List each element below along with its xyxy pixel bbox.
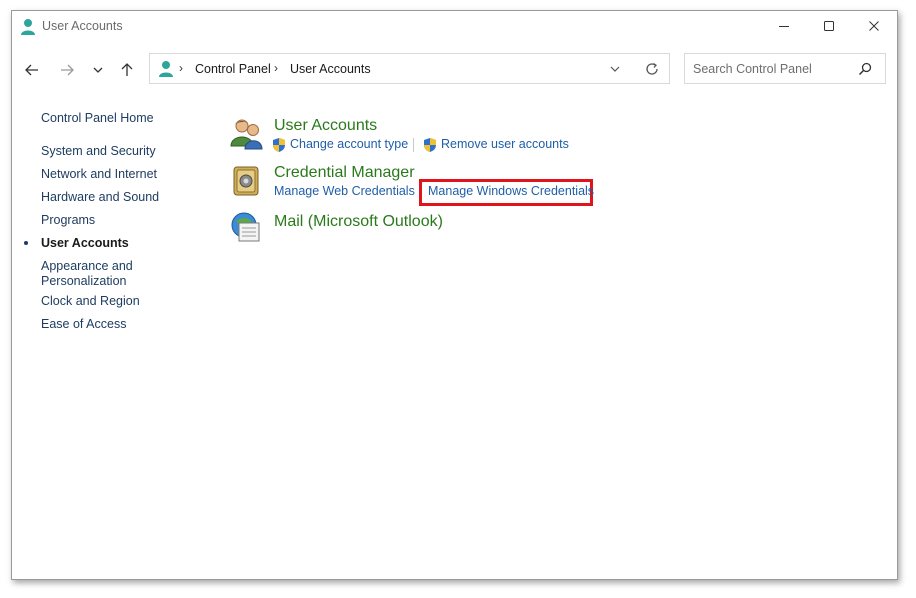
sidebar-item-appearance-and-personalization[interactable]: Appearance and Personalization xyxy=(41,259,133,289)
sidebar-control-panel-home[interactable]: Control Panel Home xyxy=(41,111,154,126)
back-button[interactable] xyxy=(19,59,45,81)
sidebar-item-system-and-security[interactable]: System and Security xyxy=(41,144,156,159)
search-icon[interactable] xyxy=(858,62,872,76)
sidebar-item-hardware-and-sound[interactable]: Hardware and Sound xyxy=(41,190,159,205)
breadcrumb-user-accounts[interactable]: User Accounts xyxy=(290,62,371,76)
uac-shield-icon xyxy=(424,138,436,152)
maximize-icon xyxy=(824,21,834,31)
arrow-left-icon xyxy=(25,64,38,76)
users-icon[interactable] xyxy=(230,118,264,150)
refresh-icon[interactable] xyxy=(644,61,660,77)
category-mail-microsoft-outlook[interactable]: Mail (Microsoft Outlook) xyxy=(274,213,443,231)
minimize-icon xyxy=(779,26,789,27)
link-divider xyxy=(413,138,414,152)
breadcrumb-separator: › xyxy=(274,61,278,75)
user-accounts-icon xyxy=(159,61,173,77)
chevron-down-icon xyxy=(93,67,103,73)
search-input[interactable] xyxy=(691,59,855,79)
manage-windows-credentials-link[interactable]: Manage Windows Credentials xyxy=(428,184,594,198)
remove-user-accounts-link[interactable]: Remove user accounts xyxy=(441,137,569,151)
close-icon xyxy=(869,21,879,31)
uac-shield-icon xyxy=(273,138,285,152)
title-bar: User Accounts xyxy=(12,11,897,43)
breadcrumb-separator: › xyxy=(179,61,183,75)
category-user-accounts[interactable]: User Accounts xyxy=(274,117,377,135)
sidebar-item-clock-and-region[interactable]: Clock and Region xyxy=(41,294,140,309)
arrow-right-icon xyxy=(61,64,74,76)
search-box[interactable] xyxy=(684,53,886,84)
change-account-type-link[interactable]: Change account type xyxy=(290,137,408,151)
sidebar-item-user-accounts[interactable]: User Accounts xyxy=(41,236,129,251)
sidebar-item-ease-of-access[interactable]: Ease of Access xyxy=(41,317,126,332)
address-bar[interactable]: › Control Panel › User Accounts xyxy=(149,53,670,84)
up-button[interactable] xyxy=(114,59,140,81)
category-credential-manager[interactable]: Credential Manager xyxy=(274,164,415,182)
address-dropdown-icon[interactable] xyxy=(609,63,621,75)
minimize-button[interactable] xyxy=(761,11,807,41)
window-title: User Accounts xyxy=(42,19,123,33)
forward-button[interactable] xyxy=(54,59,80,81)
breadcrumb-control-panel[interactable]: Control Panel xyxy=(195,62,271,76)
recent-locations-button[interactable] xyxy=(85,59,111,81)
active-item-bullet xyxy=(24,241,28,245)
close-button[interactable] xyxy=(851,11,897,41)
user-accounts-window: User Accounts › Control Panel › User Acc… xyxy=(11,10,898,580)
maximize-button[interactable] xyxy=(806,11,852,41)
user-accounts-icon xyxy=(21,19,35,35)
sidebar-item-network-and-internet[interactable]: Network and Internet xyxy=(41,167,157,182)
arrow-up-icon xyxy=(121,63,133,76)
credential-vault-icon[interactable] xyxy=(233,166,259,196)
manage-web-credentials-link[interactable]: Manage Web Credentials xyxy=(274,184,415,198)
sidebar-item-programs[interactable]: Programs xyxy=(41,213,95,228)
mail-icon[interactable] xyxy=(230,211,262,243)
